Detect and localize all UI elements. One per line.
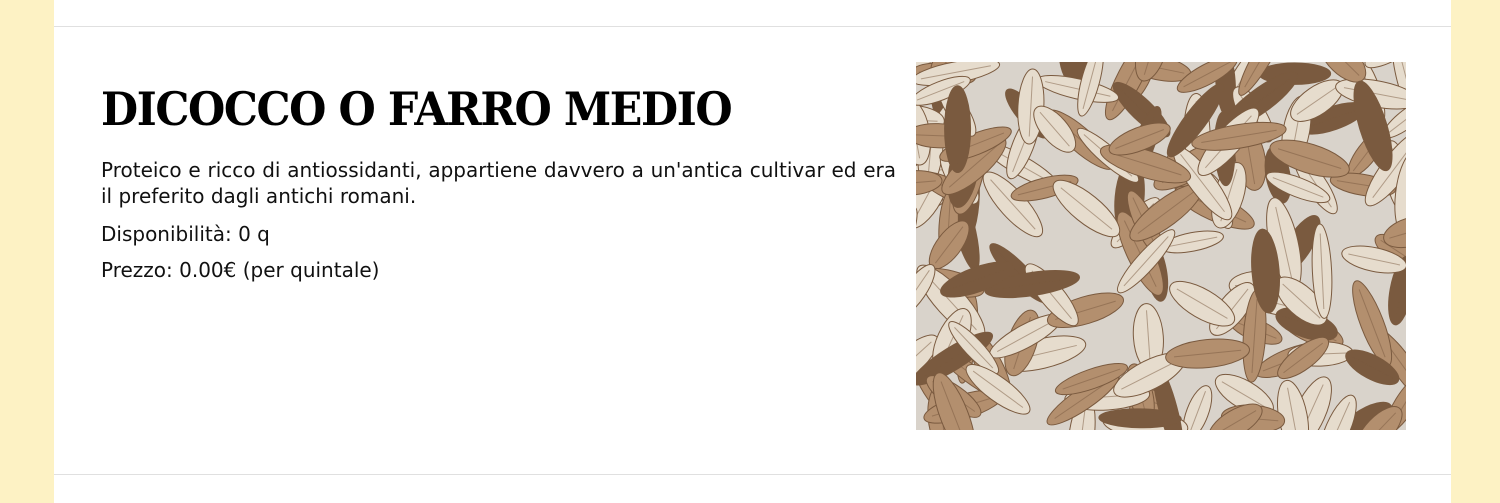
- product-title: DICOCCO O FARRO MEDIO: [101, 82, 733, 136]
- product-description: Proteico e ricco di antiossidanti, appar…: [101, 158, 896, 208]
- product-availability: Disponibilità: 0 q: [101, 222, 270, 246]
- product-card: DICOCCO O FARRO MEDIO Proteico e ricco d…: [54, 27, 1451, 474]
- grain-kernel: [944, 85, 972, 174]
- grain-photo-icon: [916, 62, 1406, 430]
- product-price: Prezzo: 0.00€ (per quintale): [101, 258, 380, 282]
- content-panel: DICOCCO O FARRO MEDIO Proteico e ricco d…: [54, 0, 1451, 503]
- grain-kernel: [1165, 338, 1250, 369]
- bottom-divider: [54, 474, 1451, 475]
- product-photo: [916, 62, 1406, 430]
- product-info: DICOCCO O FARRO MEDIO Proteico e ricco d…: [101, 79, 896, 283]
